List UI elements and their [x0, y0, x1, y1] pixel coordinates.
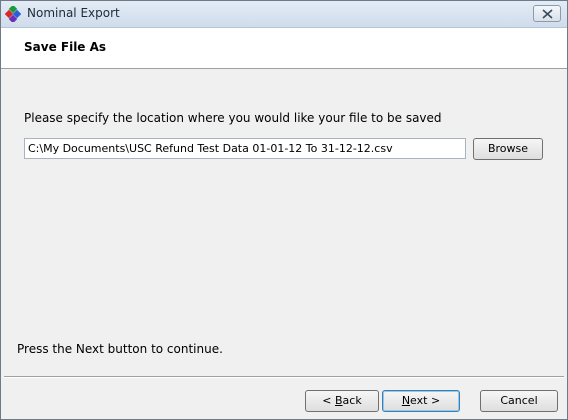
next-button[interactable]: Next >	[382, 390, 460, 412]
close-button[interactable]	[533, 5, 561, 22]
cancel-button[interactable]: Cancel	[480, 390, 558, 412]
next-mnemonic: N	[401, 394, 411, 407]
back-prefix: <	[322, 394, 335, 407]
back-button[interactable]: < Back	[305, 390, 379, 412]
browse-button[interactable]: Browse	[473, 138, 543, 160]
file-path-input[interactable]	[24, 138, 466, 159]
title-bar[interactable]: Nominal Export	[1, 1, 567, 28]
back-mnemonic: B	[335, 394, 343, 407]
page-title: Save File As	[24, 40, 107, 54]
footer-divider	[4, 376, 564, 378]
export-dialog: Nominal Export Save File As Please speci…	[0, 0, 568, 420]
location-prompt: Please specify the location where you wo…	[24, 111, 442, 125]
close-icon	[542, 9, 553, 19]
next-rest: ext >	[410, 394, 441, 407]
app-logo-icon	[4, 4, 22, 24]
continue-instruction: Press the Next button to continue.	[17, 342, 223, 356]
window-title: Nominal Export	[27, 6, 120, 20]
back-rest: ack	[342, 394, 362, 407]
wizard-header: Save File As	[1, 28, 567, 69]
